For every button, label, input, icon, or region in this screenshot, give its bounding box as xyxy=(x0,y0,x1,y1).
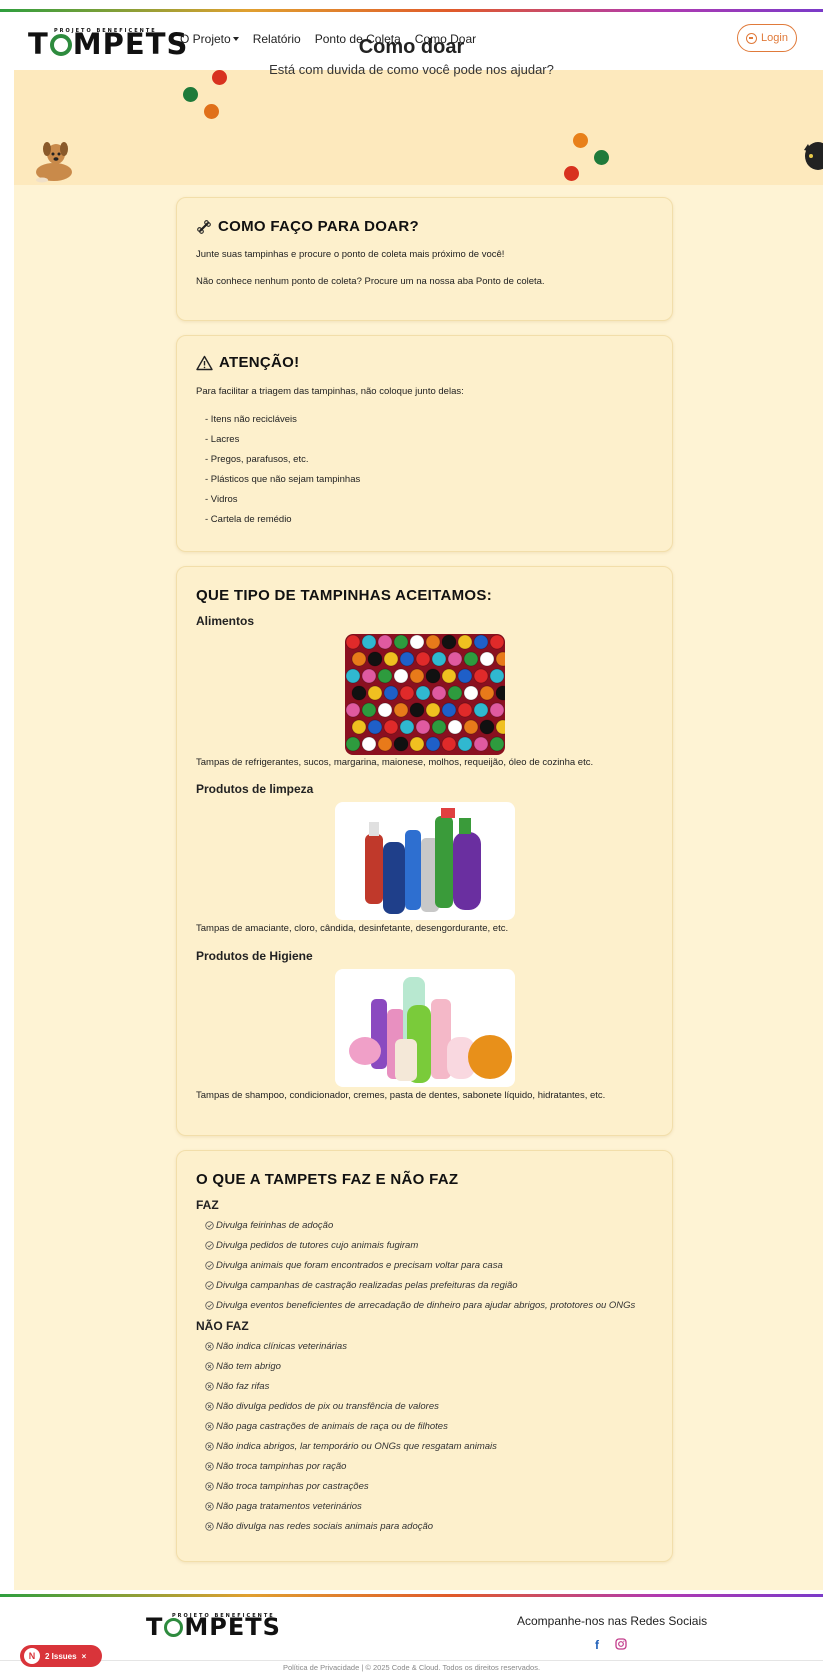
list-item: Divulga pedidos de tutores cujo animais … xyxy=(205,1240,418,1251)
card-faz-nao-faz: O QUE A TAMPETS FAZ E NÃO FAZ FAZ NÃO FA… xyxy=(176,1150,673,1562)
list-item-text: Não faz rifas xyxy=(216,1381,270,1392)
faz-heading: FAZ xyxy=(196,1198,219,1212)
hero-banner xyxy=(14,70,823,185)
x-circle-icon xyxy=(205,1522,214,1531)
section-heading-higiene: Produtos de Higiene xyxy=(196,949,313,963)
check-circle-icon xyxy=(205,1241,214,1250)
list-item: - Itens não recicláveis xyxy=(205,414,297,425)
facebook-icon[interactable]: f xyxy=(595,1638,599,1652)
list-item: Divulga eventos beneficientes de arrecad… xyxy=(205,1300,635,1311)
list-item-text: Não paga tratamentos veterinários xyxy=(216,1501,362,1512)
footer-bottom-text: Política de Privacidade | © 2025 Code & … xyxy=(0,1660,823,1672)
list-item-text: Divulga animais que foram encontrados e … xyxy=(216,1260,503,1271)
card-atencao: ATENÇÃO! Para facilitar a triagem das ta… xyxy=(176,335,673,552)
issues-count: 2 Issues xyxy=(45,1651,77,1661)
list-item-text: Divulga eventos beneficientes de arrecad… xyxy=(216,1300,636,1311)
list-item: Divulga feirinhas de adoção xyxy=(205,1220,333,1231)
card-paragraph: Não conhece nenhum ponto de coleta? Proc… xyxy=(196,276,545,287)
list-item-text: Não divulga nas redes sociais animais pa… xyxy=(216,1521,434,1532)
bottle-cap-icon xyxy=(573,133,588,148)
list-item: Não troca tampinhas por ração xyxy=(205,1461,346,1472)
bone-icon xyxy=(197,219,211,234)
section-caption: Tampas de refrigerantes, sucos, margarin… xyxy=(196,757,594,768)
card-title: ATENÇÃO! xyxy=(219,354,300,371)
instagram-icon[interactable] xyxy=(615,1638,627,1650)
list-item-text: Não divulga pedidos de pix ou transfênci… xyxy=(216,1401,439,1412)
list-item: Não troca tampinhas por castrações xyxy=(205,1481,369,1492)
list-item: - Pregos, parafusos, etc. xyxy=(205,454,309,465)
x-circle-icon xyxy=(205,1402,214,1411)
list-item: Não indica clínicas veterinárias xyxy=(205,1341,347,1352)
list-item: Não faz rifas xyxy=(205,1381,269,1392)
check-circle-icon xyxy=(205,1281,214,1290)
section-heading-alimentos: Alimentos xyxy=(196,614,255,628)
list-item-text: Divulga pedidos de tutores cujo animais … xyxy=(216,1240,419,1251)
bottle-cap-icon xyxy=(564,166,579,181)
list-item: - Lacres xyxy=(205,434,240,445)
list-item: Não paga castrações de animais de raça o… xyxy=(205,1421,448,1432)
list-item: Não paga tratamentos veterinários xyxy=(205,1501,362,1512)
bottle-cap-icon xyxy=(594,150,609,165)
card-title: O QUE A TAMPETS FAZ E NÃO FAZ xyxy=(196,1171,459,1188)
list-item-text: Não troca tampinhas por castrações xyxy=(216,1481,369,1492)
cat-illustration xyxy=(804,142,823,170)
list-item-text: Não tem abrigo xyxy=(216,1361,281,1372)
x-circle-icon xyxy=(205,1382,214,1391)
check-circle-icon xyxy=(205,1221,214,1230)
image-bottle-caps xyxy=(345,634,505,755)
logo-tagline: PROJETO BENEFICENTE xyxy=(172,1613,275,1619)
bottle-cap-icon xyxy=(204,104,219,119)
list-item-text: Não indica abrigos, lar temporário ou ON… xyxy=(216,1441,497,1452)
close-icon[interactable]: × xyxy=(82,1652,87,1661)
social-title: Acompanhe-nos nas Redes Sociais xyxy=(517,1614,708,1628)
nao-faz-heading: NÃO FAZ xyxy=(196,1319,249,1333)
footer: PROJETO BENEFICENTE T MPETS Acompanhe-nos… xyxy=(0,1597,823,1675)
x-circle-icon xyxy=(205,1442,214,1451)
page-subtitle: Está com duvida de como você pode nos aj… xyxy=(269,62,554,77)
x-circle-icon xyxy=(205,1462,214,1471)
list-item: Não divulga nas redes sociais animais pa… xyxy=(205,1521,433,1532)
list-item: - Cartela de remédio xyxy=(205,514,292,525)
list-item-text: Divulga feirinhas de adoção xyxy=(216,1220,334,1231)
footer-logo[interactable]: PROJETO BENEFICENTE T MPETS xyxy=(146,1613,281,1639)
warning-icon xyxy=(196,355,213,370)
list-item-text: Não paga castrações de animais de raça o… xyxy=(216,1421,448,1432)
list-item: Não indica abrigos, lar temporário ou ON… xyxy=(205,1441,497,1452)
list-item-text: Não indica clínicas veterinárias xyxy=(216,1341,347,1352)
section-heading-limpeza: Produtos de limpeza xyxy=(196,782,314,796)
x-circle-icon xyxy=(205,1482,214,1491)
logo-tagline: PROJETO BENEFICENTE xyxy=(54,28,157,34)
logo-o-icon xyxy=(164,1618,184,1637)
card-paragraph: Junte suas tampinhas e procure o ponto d… xyxy=(196,249,505,260)
section-caption: Tampas de amaciante, cloro, cândida, des… xyxy=(196,923,509,934)
card-como-doar: COMO FAÇO PARA DOAR? Junte suas tampinha… xyxy=(176,197,673,321)
card-tipos-tampinhas: QUE TIPO DE TAMPINHAS ACEITAMOS: Aliment… xyxy=(176,566,673,1136)
bottle-cap-icon xyxy=(183,87,198,102)
check-circle-icon xyxy=(205,1301,214,1310)
x-circle-icon xyxy=(205,1362,214,1371)
check-circle-icon xyxy=(205,1261,214,1270)
x-circle-icon xyxy=(205,1422,214,1431)
list-item-text: Divulga campanhas de castração realizada… xyxy=(216,1280,518,1291)
list-item: Divulga campanhas de castração realizada… xyxy=(205,1280,518,1291)
x-circle-icon xyxy=(205,1502,214,1511)
list-item: - Plásticos que não sejam tampinhas xyxy=(205,474,361,485)
x-circle-icon xyxy=(205,1342,214,1351)
card-title: QUE TIPO DE TAMPINHAS ACEITAMOS: xyxy=(196,587,492,604)
next-logo-icon: N xyxy=(24,1648,40,1664)
page-title: Como doar xyxy=(358,36,465,58)
list-item-text: Não troca tampinhas por ração xyxy=(216,1461,347,1472)
list-item: Não tem abrigo xyxy=(205,1361,281,1372)
card-paragraph: Para facilitar a triagem das tampinhas, … xyxy=(196,386,464,397)
issues-badge[interactable]: N 2 Issues × xyxy=(20,1645,102,1667)
card-title: COMO FAÇO PARA DOAR? xyxy=(218,218,419,235)
section-caption: Tampas de shampoo, condicionador, cremes… xyxy=(196,1090,606,1101)
image-cleaning-products xyxy=(335,802,515,920)
list-item: Não divulga pedidos de pix ou transfênci… xyxy=(205,1401,439,1412)
image-hygiene-products xyxy=(335,969,515,1087)
list-item: - Vidros xyxy=(205,494,238,505)
dog-illustration xyxy=(36,142,72,183)
list-item: Divulga animais que foram encontrados e … xyxy=(205,1260,503,1271)
